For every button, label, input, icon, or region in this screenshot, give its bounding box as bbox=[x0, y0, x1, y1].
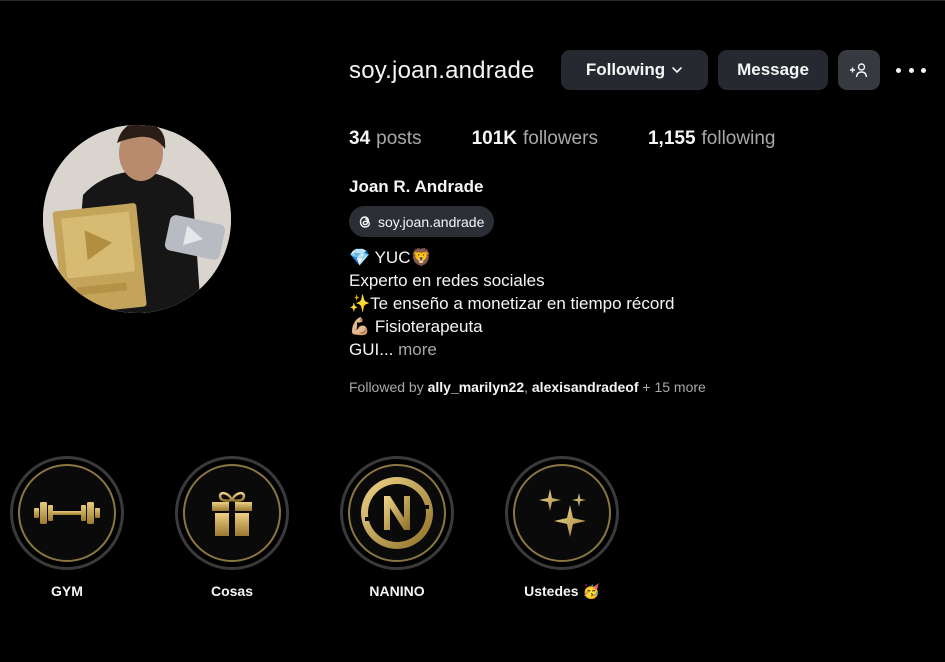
following-button[interactable]: Following bbox=[561, 50, 708, 90]
n-logo-icon bbox=[361, 477, 433, 549]
more-options-icon[interactable] bbox=[896, 61, 926, 79]
bio-truncated-text: GUI... bbox=[349, 340, 394, 359]
followed-by-user-2[interactable]: alexisandradeof bbox=[532, 379, 639, 395]
followed-by-more[interactable]: + 15 more bbox=[642, 379, 705, 395]
gift-icon bbox=[212, 491, 252, 536]
followed-by[interactable]: Followed by ally_marilyn22, alexisandrad… bbox=[349, 379, 706, 395]
bio-line-3: ✨Te enseño a monetizar en tiempo récord bbox=[349, 294, 675, 313]
followers-stat[interactable]: 101K followers bbox=[472, 128, 598, 150]
profile-username: soy.joan.andrade bbox=[349, 57, 535, 84]
bio-line-5: GUI... more bbox=[349, 338, 674, 361]
message-button[interactable]: Message bbox=[718, 50, 828, 90]
followers-label: followers bbox=[522, 128, 598, 149]
bio-line-1: 💎 YUC🦁 bbox=[349, 248, 432, 267]
posts-label: posts bbox=[376, 128, 422, 149]
profile-full-name: Joan R. Andrade bbox=[349, 177, 484, 196]
avatar-photo bbox=[43, 125, 231, 313]
highlight-ustedes[interactable]: Ustedes 🥳 bbox=[505, 456, 619, 600]
threads-icon bbox=[359, 215, 371, 228]
highlight-label-cosas: Cosas bbox=[210, 583, 254, 599]
bio-line-2: Experto en redes sociales bbox=[349, 271, 545, 290]
posts-stat: 34 posts bbox=[349, 128, 422, 150]
highlight-gym[interactable]: GYM bbox=[10, 456, 124, 599]
threads-link[interactable]: soy.joan.andrade bbox=[349, 206, 495, 237]
sparkles-icon bbox=[539, 489, 586, 537]
followed-by-user-1[interactable]: ally_marilyn22 bbox=[428, 379, 525, 395]
following-button-label: Following bbox=[585, 60, 666, 79]
dumbbell-icon bbox=[34, 502, 100, 524]
threads-handle: soy.joan.andrade bbox=[378, 213, 485, 230]
highlight-cosas[interactable]: Cosas bbox=[175, 456, 289, 599]
add-user-icon bbox=[850, 63, 868, 78]
highlight-label-gym: GYM bbox=[51, 583, 83, 599]
posts-count: 34 bbox=[349, 128, 371, 149]
followed-by-separator: , bbox=[524, 379, 528, 395]
suggested-users-button[interactable] bbox=[838, 50, 880, 90]
profile-bio: 💎 YUC🦁 Experto en redes sociales ✨Te ens… bbox=[349, 246, 674, 361]
profile-avatar[interactable] bbox=[43, 125, 231, 313]
chevron-down-icon bbox=[672, 67, 682, 74]
following-stat[interactable]: 1,155 following bbox=[648, 128, 775, 150]
following-count: 1,155 bbox=[647, 128, 696, 149]
highlight-label-nanino: NANINO bbox=[369, 583, 425, 599]
bio-line-4: 💪🏼 Fisioterapeuta bbox=[349, 317, 483, 336]
profile-stats: 34 posts 101K followers 1,155 following bbox=[349, 128, 825, 150]
following-label: following bbox=[701, 128, 776, 149]
message-button-label: Message bbox=[737, 60, 809, 79]
highlight-label-ustedes: Ustedes 🥳 bbox=[524, 583, 600, 599]
highlight-nanino[interactable]: NANINO bbox=[340, 456, 454, 599]
followers-count: 101K bbox=[471, 128, 517, 149]
followed-by-prefix: Followed by bbox=[349, 379, 424, 395]
bio-more-link[interactable]: more bbox=[398, 340, 437, 359]
